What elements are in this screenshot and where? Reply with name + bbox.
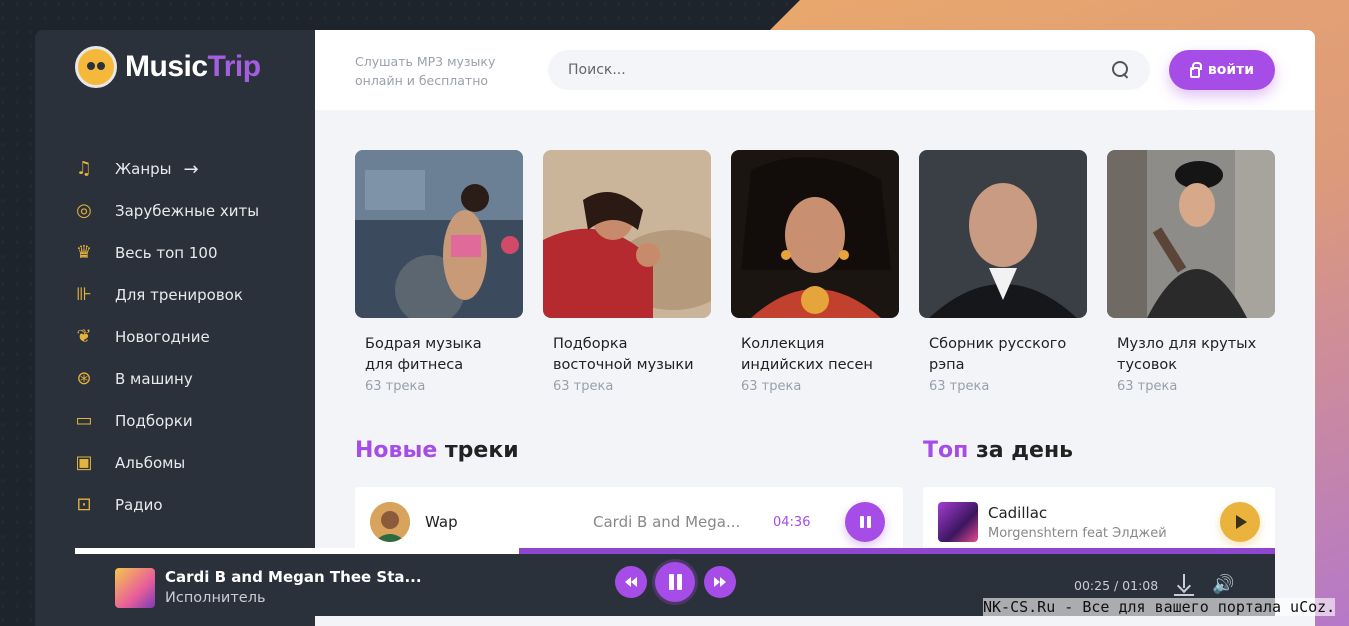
collection-card[interactable]: Бодрая музыка для фитнеса 63 трека [355,150,523,394]
collection-card[interactable]: Коллекция индийских песен 63 трека [731,150,899,394]
prev-button[interactable] [615,566,647,598]
new-tracks-heading: Новые треки [355,438,519,463]
main-content: Слушать MP3 музыку онлайн и бесплатно во… [315,30,1315,626]
collection-card[interactable]: Подборка восточной музыки 63 трека [543,150,711,394]
collection-cover-image[interactable] [919,150,1087,318]
player-track-title: Cardi B and Megan Thee Sta... [165,568,422,586]
sidebar-item-label: Жанры [115,160,172,178]
play-icon [1236,515,1247,529]
sidebar-item-label: Весь топ 100 [115,244,218,262]
top-day-heading: Топ за день [923,438,1074,463]
sidebar: MusicTrip ♫ Жанры → ◎ Зарубежные хиты ♛ … [35,30,315,626]
collection-cover-image[interactable] [355,150,523,318]
radio-icon: ⊡ [76,494,92,515]
watermark: NK-CS.Ru - Все для вашего портала uCoz. [983,598,1336,616]
player-pause-button[interactable] [655,562,695,602]
sidebar-item-collections[interactable]: ▭ Подборки [73,400,259,442]
sidebar-item-label: В машину [115,370,193,388]
search-bar[interactable] [548,50,1150,90]
collection-title[interactable]: Сборник русского рэпа [929,334,1077,376]
app-window: MusicTrip ♫ Жанры → ◎ Зарубежные хиты ♛ … [35,30,1315,626]
sidebar-item-newyear[interactable]: ❦ Новогодние [73,316,259,358]
top-track-cover [938,502,978,542]
player-time: 00:25 / 01:08 [1074,578,1159,593]
sidebar-item-genres[interactable]: ♫ Жанры → [73,148,259,190]
lock-icon [1189,61,1202,78]
collection-title[interactable]: Подборка восточной музыки [553,334,701,376]
player-progress-bar[interactable] [75,548,1275,554]
collections-grid: Бодрая музыка для фитнеса 63 трека Подбо… [355,150,1275,394]
tagline: Слушать MP3 музыку онлайн и бесплатно [355,54,496,88]
collection-card[interactable]: Музло для крутых тусовок 63 трека [1107,150,1275,394]
logo-text: MusicTrip [125,50,261,83]
album-icon: ▣ [75,452,93,473]
collection-count: 63 трека [929,379,990,394]
pause-button[interactable] [845,502,885,542]
sidebar-item-label: Новогодние [115,328,210,346]
download-icon-base [1174,594,1194,596]
sidebar-item-radio[interactable]: ⊡ Радио [73,484,259,526]
login-label: войти [1207,62,1255,78]
topbar: Слушать MP3 музыку онлайн и бесплатно во… [315,30,1315,110]
collection-count: 63 трека [1117,379,1178,394]
pause-icon [859,516,871,528]
sidebar-item-albums[interactable]: ▣ Альбомы [73,442,259,484]
track-row[interactable]: Wap Cardi B and Mega... 04:36 [355,487,903,557]
collection-cover-image[interactable] [1107,150,1275,318]
login-button[interactable]: войти [1169,50,1275,90]
sidebar-item-label: Для тренировок [115,286,243,304]
sidebar-item-label: Зарубежные хиты [115,202,260,220]
dumbbell-icon: ⊪ [76,284,92,305]
genres-icon: ♫ [75,158,93,179]
logo[interactable]: MusicTrip [75,46,261,88]
collection-count: 63 трека [553,379,614,394]
logo-mascot-icon [75,46,117,88]
folder-icon: ▭ [75,410,93,431]
sidebar-nav: ♫ Жанры → ◎ Зарубежные хиты ♛ Весь топ 1… [73,148,259,526]
collection-cover-image[interactable] [731,150,899,318]
pause-icon [668,574,682,590]
collection-count: 63 трека [365,379,426,394]
disc-icon: ◎ [76,200,92,221]
sidebar-item-label: Подборки [115,412,193,430]
collection-title[interactable]: Бодрая музыка для фитнеса [365,334,513,376]
search-input[interactable] [568,62,1112,78]
track-avatar [370,502,410,542]
player-track-artist: Исполнитель [165,590,266,606]
sidebar-item-label: Радио [115,496,163,514]
sidebar-item-label: Альбомы [115,454,186,472]
collection-card[interactable]: Сборник русского рэпа 63 трека [919,150,1087,394]
sidebar-item-top100[interactable]: ♛ Весь топ 100 [73,232,259,274]
wheel-icon: ⊛ [76,368,92,389]
arrow-right-icon: → [183,158,199,180]
gift-icon: ❦ [76,326,92,347]
next-button[interactable] [704,566,736,598]
trophy-icon: ♛ [75,242,93,263]
sidebar-item-workout[interactable]: ⊪ Для тренировок [73,274,259,316]
top-track-title[interactable]: Cadillac [988,504,1220,522]
collection-count: 63 трека [741,379,802,394]
forward-icon [714,577,726,587]
track-title[interactable]: Wap [425,513,593,531]
track-duration: 04:36 [773,514,811,530]
top-track-row[interactable]: Cadillac Morgenshtern feat Элджей [923,487,1275,557]
play-button[interactable] [1220,502,1260,542]
collection-title[interactable]: Коллекция индийских песен [741,334,889,376]
search-icon[interactable] [1112,61,1130,79]
collection-cover-image[interactable] [543,150,711,318]
player-cover [115,568,155,608]
volume-icon[interactable]: 🔊 [1212,574,1234,595]
collection-title[interactable]: Музло для крутых тусовок [1117,334,1265,376]
rewind-icon [625,577,637,587]
track-artist[interactable]: Cardi B and Mega... [593,513,773,531]
download-icon[interactable] [1175,574,1193,594]
top-track-artist[interactable]: Morgenshtern feat Элджей [988,526,1220,541]
sidebar-item-car[interactable]: ⊛ В машину [73,358,259,400]
sidebar-item-foreign-hits[interactable]: ◎ Зарубежные хиты [73,190,259,232]
player-progress-fill [519,548,1275,554]
